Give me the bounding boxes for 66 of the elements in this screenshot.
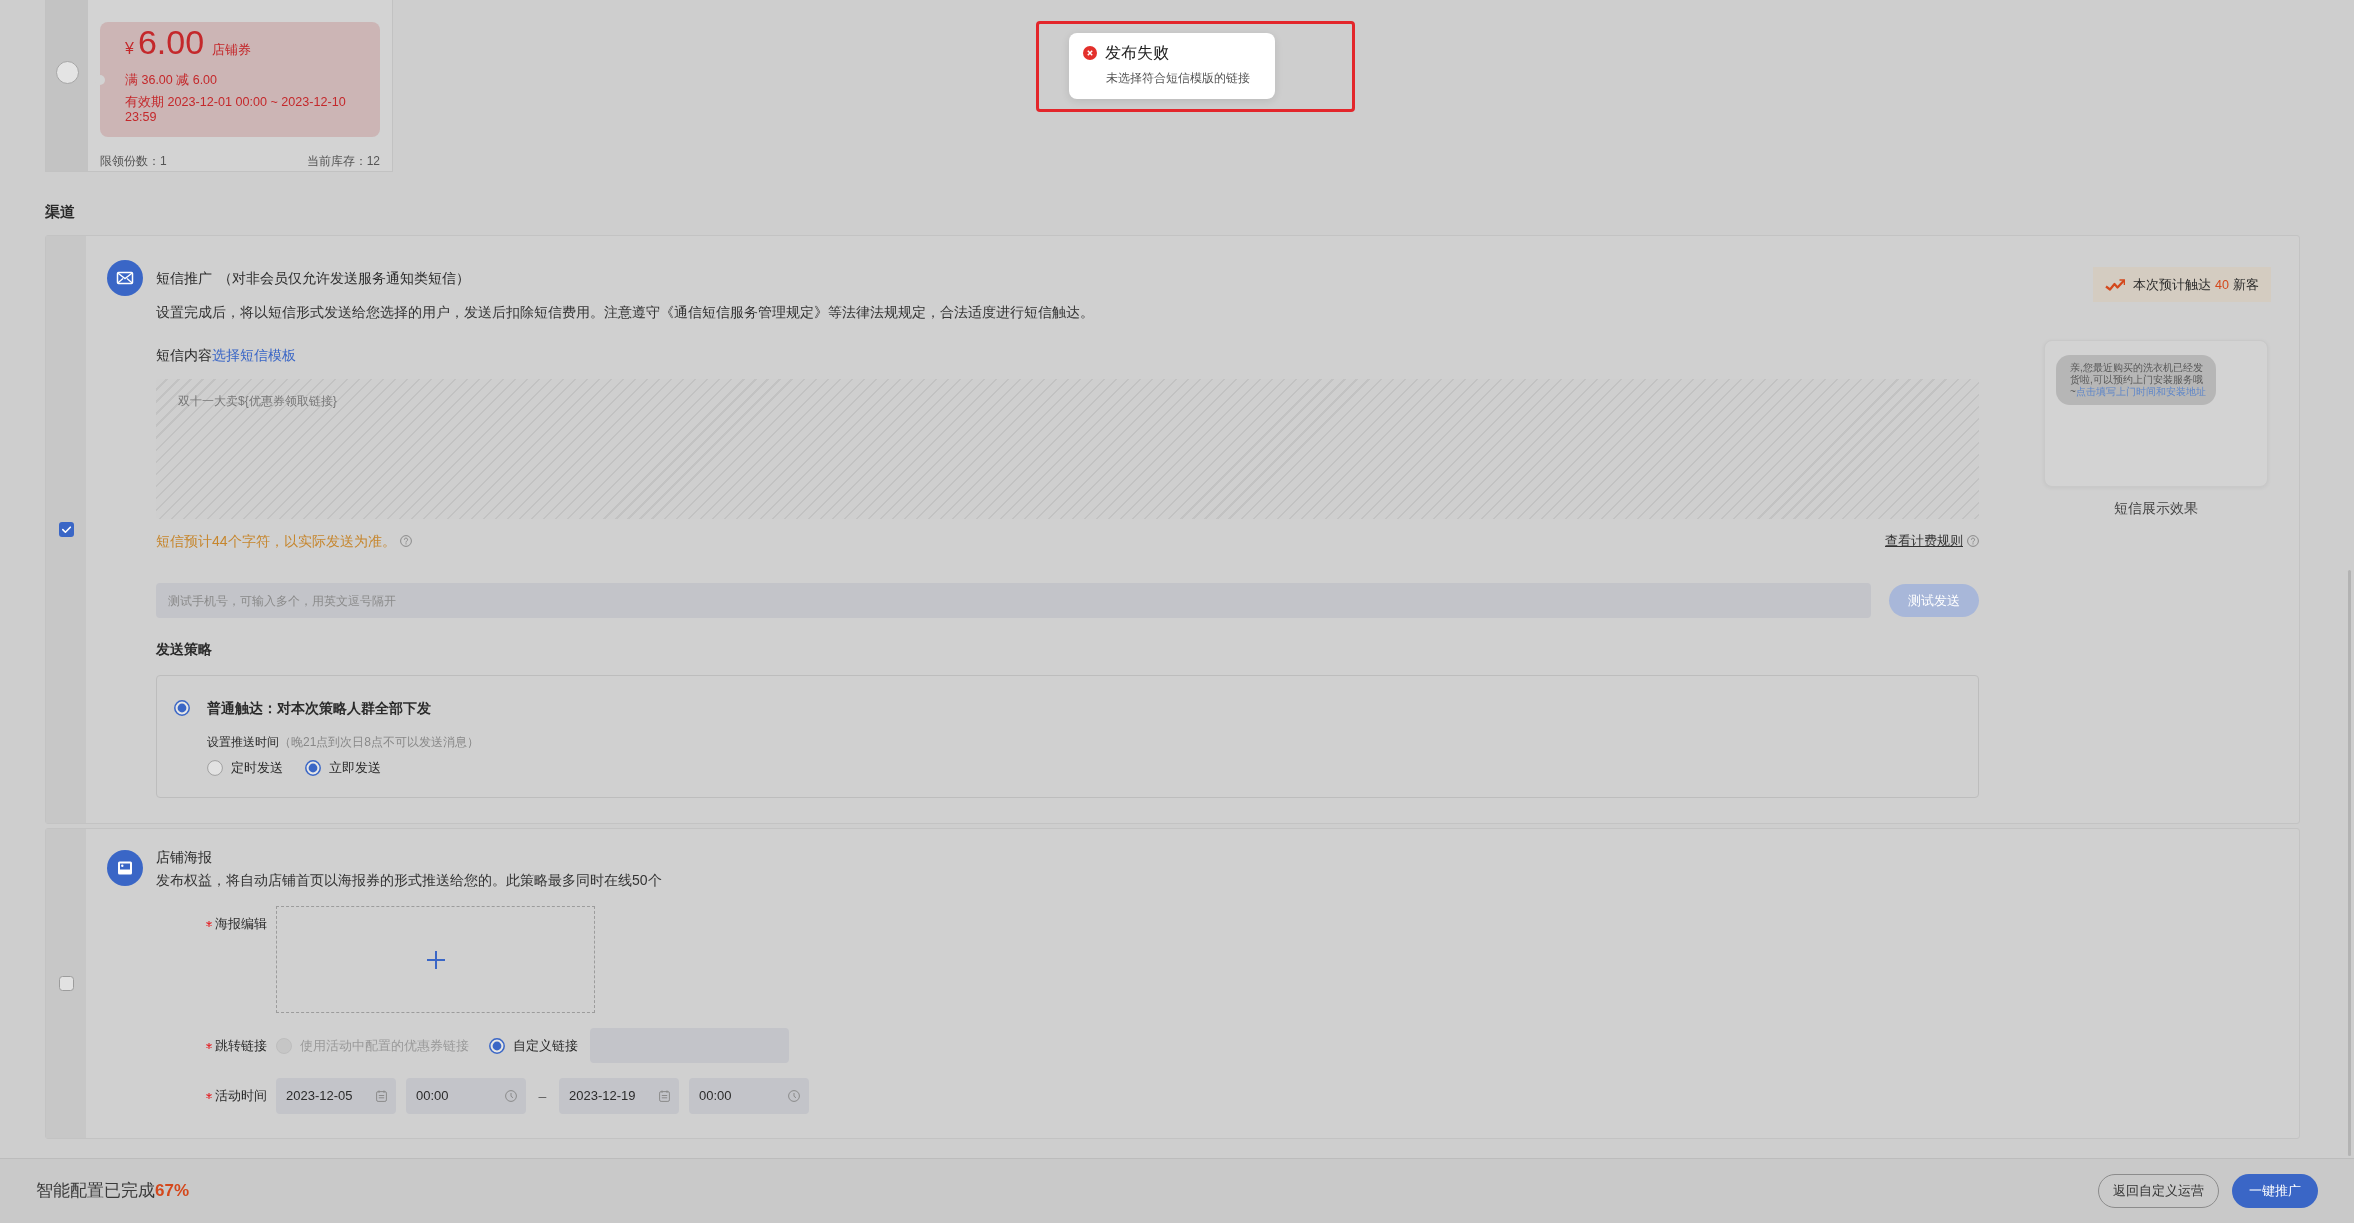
message-bubble: 亲,您最近购买的洗衣机已经发货啦,可以预约上门安装服务哦~点击填写上门时间和安装地址 bbox=[2056, 355, 2216, 405]
option-label: 定时发送 bbox=[231, 759, 283, 777]
field-value: 2023-12-05 bbox=[286, 1087, 353, 1105]
promote-button[interactable]: 一键推广 bbox=[2232, 1174, 2318, 1208]
help-icon[interactable] bbox=[399, 535, 412, 547]
coupon-validity: 有效期 2023-12-01 00:00 ~ 2023-12-10 23:59 bbox=[125, 95, 347, 125]
section-title: 渠道 bbox=[45, 202, 76, 222]
claim-limit: 限领份数：1 bbox=[100, 153, 167, 170]
date-field[interactable]: 2023-12-19 bbox=[559, 1078, 679, 1114]
toast-text: 未选择符合短信模版的链接 bbox=[1106, 70, 1251, 87]
field-label: 设置推送时间 bbox=[207, 735, 279, 749]
option-label: 自定义链接 bbox=[513, 1036, 578, 1055]
field-value: 2023-12-19 bbox=[569, 1087, 636, 1105]
coupon-rule: 满 36.00 减 6.00 bbox=[125, 72, 219, 88]
field-label: 活动时间 bbox=[215, 1087, 267, 1105]
calendar-icon bbox=[376, 1090, 387, 1102]
date-field[interactable]: 2023-12-05 bbox=[276, 1078, 396, 1114]
checkbox[interactable] bbox=[58, 976, 74, 991]
radio-button[interactable] bbox=[174, 700, 190, 716]
error-icon bbox=[1083, 46, 1097, 60]
field-label: 海报编辑 bbox=[215, 915, 267, 933]
field-label: 跳转链接 bbox=[215, 1036, 267, 1055]
envelope-icon bbox=[107, 260, 143, 296]
strategy-label: 普通触达：对本次策略人群全部下发 bbox=[207, 699, 431, 718]
radio-button[interactable] bbox=[207, 760, 223, 776]
field-value: 00:00 bbox=[416, 1087, 449, 1105]
section-heading: 发送策略 bbox=[156, 640, 213, 659]
coupon-type: 店铺券 bbox=[212, 41, 252, 59]
stock-count: 当前库存：12 bbox=[306, 153, 380, 170]
character-count-hint: 短信预计44个字符，以实际发送为准。 bbox=[156, 532, 396, 551]
radio-button[interactable] bbox=[55, 61, 79, 84]
checkbox[interactable] bbox=[58, 522, 74, 537]
range-separator: – bbox=[537, 1087, 548, 1106]
toast-title: 发布失败 bbox=[1105, 43, 1169, 63]
progress-value: 67% bbox=[155, 1181, 190, 1200]
trend-icon bbox=[2105, 278, 2126, 291]
picture-icon bbox=[107, 850, 143, 886]
reach-count: 40 bbox=[2215, 276, 2229, 294]
channel-description: 设置完成后，将以短信形式发送给您选择的用户，发送后扣除短信费用。注意遵守《通信短信服务管理规定》等法律法规规定，合法适度进行短信触达。 bbox=[156, 303, 1095, 322]
coupon-amount: 6.00 bbox=[137, 22, 205, 62]
clock-icon bbox=[788, 1090, 800, 1102]
clock-icon bbox=[505, 1090, 517, 1102]
pricing-rules-link[interactable]: 查看计费规则 bbox=[1885, 531, 1963, 551]
radio-button[interactable] bbox=[489, 1037, 505, 1054]
option-label: 立即发送 bbox=[329, 759, 381, 777]
phone-input-field[interactable]: 测试手机号，可输入多个，用英文逗号隔开 bbox=[156, 583, 1871, 618]
channel-title: 店铺海报 bbox=[156, 848, 213, 866]
field-value: 00:00 bbox=[699, 1087, 732, 1105]
preview-caption: 短信展示效果 bbox=[2113, 499, 2199, 518]
reach-unit: 新客 bbox=[2233, 276, 2259, 294]
time-field[interactable]: 00:00 bbox=[689, 1078, 809, 1114]
calendar-icon bbox=[659, 1090, 670, 1102]
channel-description: 发布权益，将自动店铺首页以海报券的形式推送给您的。此策略最多同时在线50个 bbox=[156, 871, 663, 889]
progress-label: 智能配置已完成 bbox=[36, 1181, 155, 1200]
field-note: （晚21点到次日8点不可以发送消息） bbox=[279, 735, 480, 749]
channel-note: （对非会员仅允许发送服务通知类短信） bbox=[218, 270, 470, 286]
time-field[interactable]: 00:00 bbox=[406, 1078, 526, 1114]
currency-symbol: ¥ bbox=[125, 39, 134, 59]
channel-title: 短信推广 bbox=[156, 270, 212, 286]
reach-label: 本次预计触达 bbox=[2133, 276, 2212, 294]
template-link[interactable]: 选择短信模板 bbox=[212, 347, 296, 363]
help-icon[interactable] bbox=[1967, 535, 1979, 547]
radio-button[interactable] bbox=[305, 760, 321, 776]
upload-field[interactable] bbox=[276, 906, 595, 1013]
plus-icon bbox=[425, 949, 446, 970]
field-label: 短信内容 bbox=[156, 347, 212, 363]
